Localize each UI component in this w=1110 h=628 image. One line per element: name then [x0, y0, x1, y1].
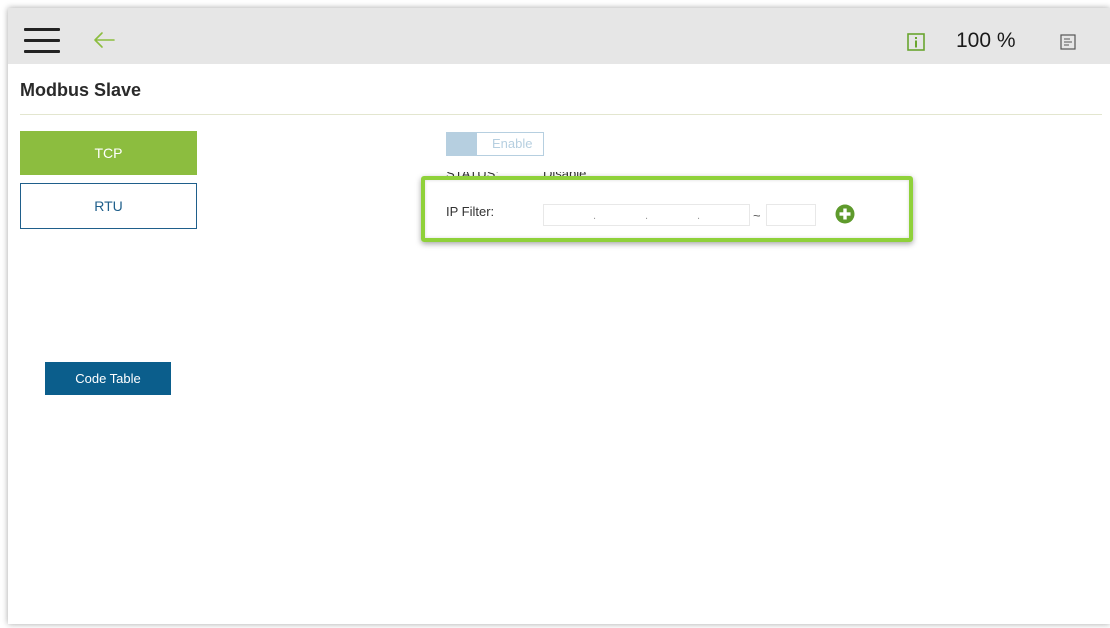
page-title: Modbus Slave — [20, 80, 142, 100]
back-arrow-icon[interactable] — [90, 26, 118, 54]
app-window: 100 % Modbus Slave TCP RTU Code Table En… — [8, 8, 1110, 624]
info-icon[interactable] — [906, 32, 926, 52]
title-divider — [20, 114, 1102, 115]
log-icon[interactable] — [1060, 34, 1076, 50]
tab-rtu[interactable]: RTU — [20, 183, 197, 229]
hamburger-menu-icon[interactable] — [24, 28, 60, 54]
enable-toggle[interactable]: Enable — [446, 132, 544, 156]
tab-tcp[interactable]: TCP — [20, 131, 197, 175]
toggle-knob — [447, 133, 477, 155]
code-table-button[interactable]: Code Table — [45, 362, 171, 395]
toggle-label: Enable — [492, 136, 533, 151]
top-bar: 100 % — [8, 8, 1110, 64]
zoom-level: 100 % — [956, 29, 1016, 52]
highlight-box — [421, 176, 913, 242]
